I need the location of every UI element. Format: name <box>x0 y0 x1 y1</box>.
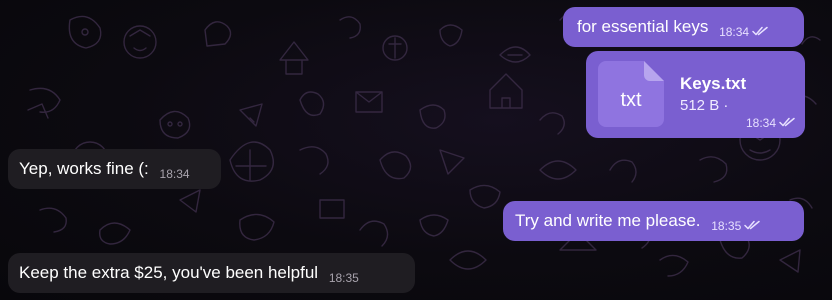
message-time: 18:35 <box>328 271 359 285</box>
double-check-icon <box>744 220 761 232</box>
file-size: 512 B · <box>680 97 729 114</box>
message-meta: 18:34 <box>746 117 795 129</box>
message-text: Yep, works fine (: <box>19 159 149 178</box>
message-meta: 18:34 <box>160 168 190 180</box>
double-check-icon <box>779 117 795 129</box>
message-time: 18:34 <box>159 167 190 181</box>
message-time: 18:34 <box>719 25 750 39</box>
chat-view: for essential keys 18:34 txt Keys.txt 51… <box>0 0 832 300</box>
message-outgoing[interactable]: for essential keys 18:34 <box>563 7 804 47</box>
message-outgoing-file[interactable]: txt Keys.txt 512 B · 18:34 <box>586 51 805 138</box>
message-time: 18:35 <box>711 219 742 233</box>
message-text: for essential keys <box>577 17 709 36</box>
file-name[interactable]: Keys.txt <box>680 74 746 94</box>
message-text: Keep the extra $25, you've been helpful <box>19 263 319 282</box>
message-meta: 18:35 <box>711 219 761 233</box>
message-meta: 18:34 <box>719 26 768 38</box>
message-outgoing[interactable]: Try and write me please. 18:35 <box>503 201 804 241</box>
message-meta: 18:35 <box>329 272 359 284</box>
message-incoming[interactable]: Keep the extra $25, you've been helpful … <box>8 253 415 293</box>
double-check-icon <box>752 26 768 38</box>
file-extension: txt <box>620 89 642 111</box>
message-time: 18:34 <box>745 116 776 130</box>
message-incoming[interactable]: Yep, works fine (: 18:34 <box>8 149 221 189</box>
message-text: Try and write me please. <box>515 211 701 230</box>
